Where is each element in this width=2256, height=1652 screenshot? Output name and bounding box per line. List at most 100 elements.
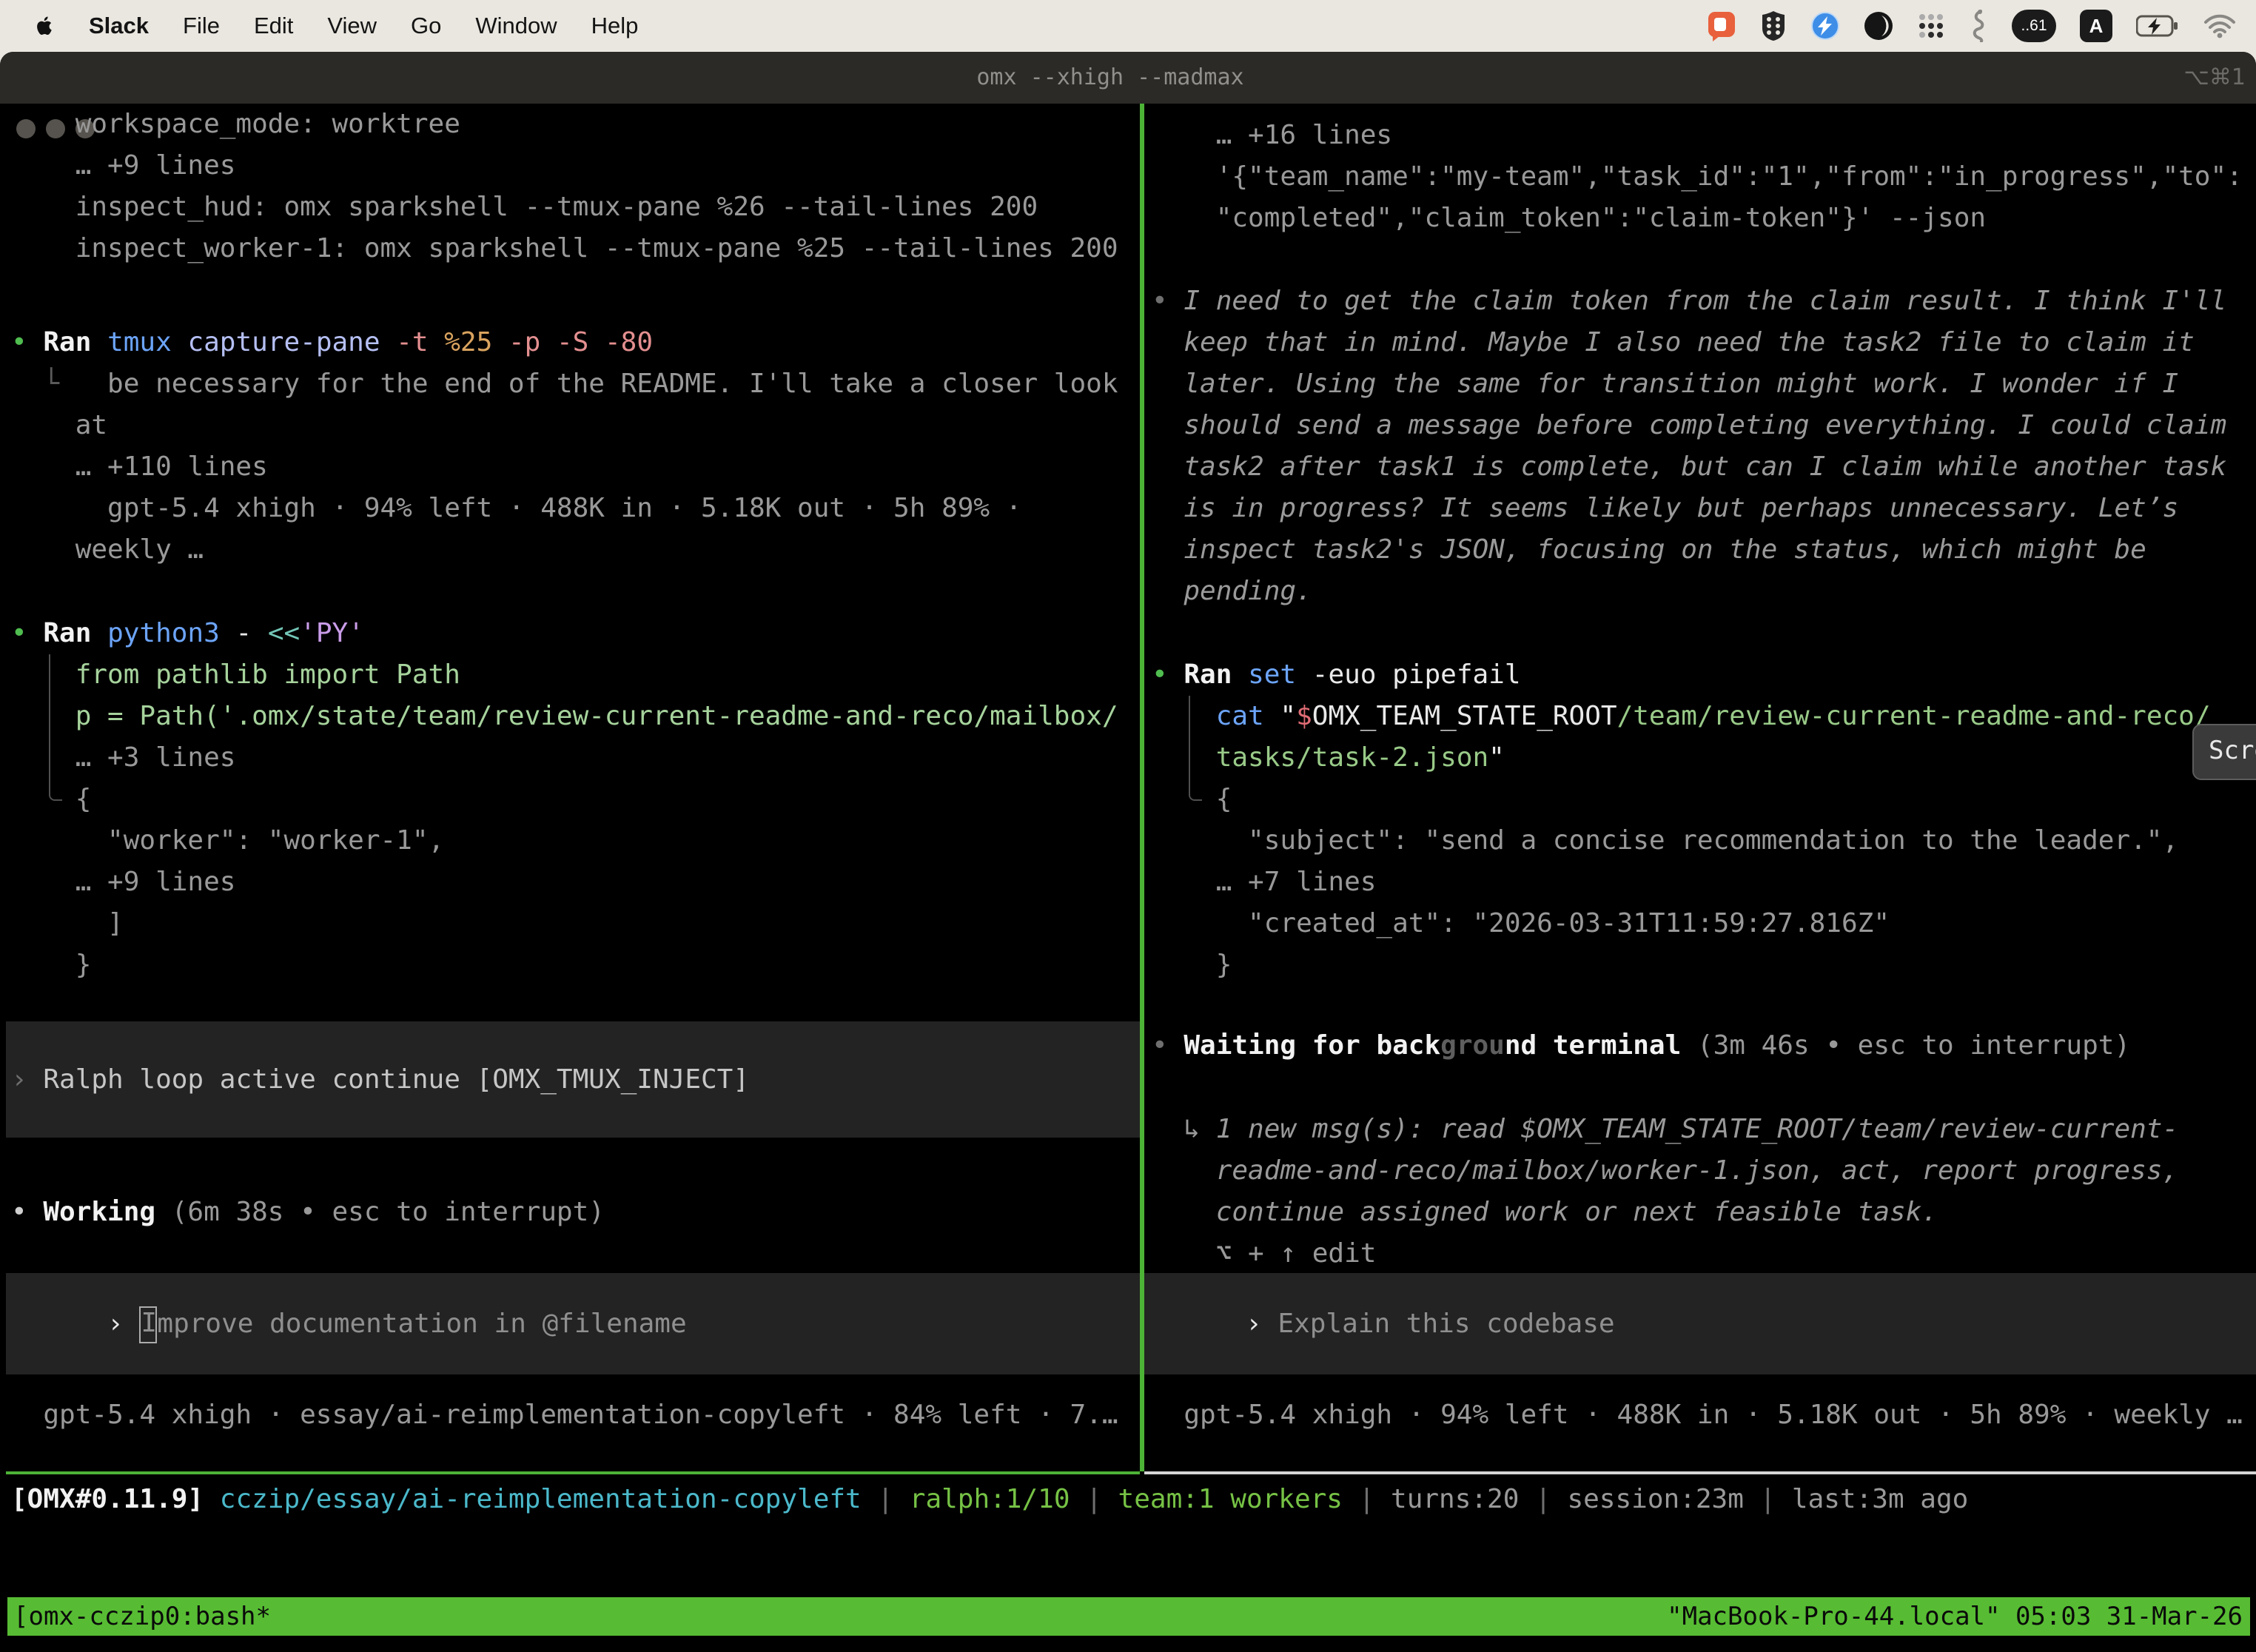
terminal-line: is in progress? It seems likely but perh…: [1152, 488, 2256, 529]
right-pane-status-line: gpt-5.4 xhigh · 94% left · 488K in · 5.1…: [1147, 1394, 2256, 1436]
output-bracket: [1189, 696, 1202, 801]
right-pane-log: … +16 lines '{"team_name":"my-team","tas…: [1147, 115, 2256, 239]
prompt-chevron-icon: ›: [1246, 1309, 1278, 1339]
terminal-line: [OMX#0.11.9] cczip/essay/ai-reimplementa…: [11, 1479, 2256, 1520]
terminal-line: … +9 lines: [11, 145, 1145, 187]
keypad-icon[interactable]: [1760, 10, 1787, 41]
terminal-line: from pathlib import Path: [11, 654, 1145, 696]
terminal-line: • Waiting for background terminal (3m 46…: [1152, 1025, 2256, 1067]
terminal-line: cat "$OMX_TEAM_STATE_ROOT/team/review-cu…: [1152, 696, 2256, 737]
right-pane-waiting-status: • Waiting for background terminal (3m 46…: [1147, 1025, 2256, 1067]
menu-item-file[interactable]: File: [183, 13, 220, 39]
window-title-bar: omx --xhigh --madmax ⌥⌘1: [0, 52, 2256, 104]
terminal-line: tasks/task-2.json": [1152, 737, 2256, 779]
terminal-line: "subject": "send a concise recommendatio…: [1152, 820, 2256, 862]
a-key-label: A: [2089, 15, 2104, 38]
terminal-line: "created_at": "2026-03-31T11:59:27.816Z": [1152, 903, 2256, 944]
left-pane-separator: [6, 1471, 1140, 1474]
dots-grid-icon[interactable]: [1917, 12, 1945, 40]
a-key-icon[interactable]: A: [2080, 10, 2112, 42]
menu-item-window[interactable]: Window: [475, 13, 557, 39]
terminal-line: p = Path('.omx/state/team/review-current…: [11, 696, 1145, 737]
bolt-circle-icon[interactable]: [1810, 11, 1840, 41]
terminal-line: later. Using the same for transition mig…: [1152, 363, 2256, 405]
chat-app-icon[interactable]: [1707, 10, 1736, 41]
terminal-line: … +9 lines: [11, 862, 1145, 903]
prompt-placeholder: mprove documentation in @filename: [157, 1309, 686, 1339]
prompt-chevron-icon: ›: [107, 1309, 139, 1339]
terminal-line: • Ran python3 - <<'PY': [11, 613, 1145, 654]
dragon-icon[interactable]: [1969, 10, 1988, 42]
terminal-line: gpt-5.4 xhigh · 94% left · 488K in · 5.1…: [11, 488, 1145, 529]
terminal-line: readme-and-reco/mailbox/worker-1.json, a…: [1152, 1150, 2256, 1192]
terminal-window: omx --xhigh --madmax ⌥⌘1 workspace_mode:…: [0, 52, 2256, 1652]
tmux-session-label: [omx-cczip0:bash*: [7, 1597, 271, 1636]
terminal-line: }: [1152, 944, 2256, 986]
terminal-line: • Ran tmux capture-pane -t %25 -p -S -80: [11, 322, 1145, 363]
omx-status-line: [OMX#0.11.9] cczip/essay/ai-reimplementa…: [6, 1479, 2256, 1520]
window-title: omx --xhigh --madmax: [955, 52, 1266, 104]
inject-banner: › Ralph loop active continue [OMX_TMUX_I…: [6, 1021, 1140, 1138]
prompt-placeholder: Explain this codebase: [1278, 1309, 1614, 1339]
terminal-line: at: [11, 405, 1145, 446]
right-pane-thinking: • I need to get the claim token from the…: [1147, 281, 2256, 612]
left-pane-status-line: gpt-5.4 xhigh · essay/ai-reimplementatio…: [6, 1394, 1145, 1436]
terminal-line: workspace_mode: worktree: [11, 104, 1145, 145]
left-pane-python-command: • Ran python3 - <<'PY' from pathlib impo…: [6, 613, 1145, 986]
terminal-line: keep that in mind. Maybe I also need the…: [1152, 322, 2256, 363]
terminal-line: … +7 lines: [1152, 862, 2256, 903]
right-pane-cat-command: • Ran set -euo pipefail cat "$OMX_TEAM_S…: [1147, 654, 2256, 986]
terminal-line: '{"team_name":"my-team","task_id":"1","f…: [1152, 156, 2256, 198]
pane-divider: [1140, 104, 1144, 1471]
terminal-line: task2 after task1 is complete, but can I…: [1152, 446, 2256, 488]
terminal-line: … +3 lines: [11, 737, 1145, 779]
menu-item-view[interactable]: View: [327, 13, 377, 39]
tmux-status-bar: [omx-cczip0:bash* "MacBook-Pro-44.local"…: [7, 1597, 2250, 1636]
menu-item-go[interactable]: Go: [411, 13, 441, 39]
terminal-line: inspect task2's JSON, focusing on the st…: [1152, 529, 2256, 571]
left-pane-tmux-command: • Ran tmux capture-pane -t %25 -p -S -80…: [6, 322, 1145, 571]
terminal-line: {: [11, 779, 1145, 820]
screen: { "menu_bar": { "app_name": "Slack", "it…: [0, 0, 2256, 1652]
terminal-line: ]: [11, 903, 1145, 944]
right-pane-mailbox-note: ↳ 1 new msg(s): read $OMX_TEAM_STATE_ROO…: [1147, 1109, 2256, 1275]
battery-charging-icon[interactable]: [2136, 15, 2179, 37]
usage-badge-label: ..61: [2021, 17, 2047, 35]
terminal-line: continue assigned work or next feasible …: [1152, 1192, 2256, 1233]
terminal-line: … +110 lines: [11, 446, 1145, 488]
terminal-line: {: [1152, 779, 2256, 820]
inject-banner-line: › Ralph loop active continue [OMX_TMUX_I…: [6, 1059, 749, 1101]
terminal-line: weekly …: [11, 529, 1145, 571]
left-pane-working-status: • Working (6m 38s • esc to interrupt): [6, 1192, 1145, 1233]
terminal-line: gpt-5.4 xhigh · essay/ai-reimplementatio…: [11, 1394, 1145, 1436]
window-shortcut-hint: ⌥⌘1: [2183, 52, 2246, 104]
moon-icon[interactable]: [1864, 11, 1893, 41]
terminal-line: ↳ 1 new msg(s): read $OMX_TEAM_STATE_ROO…: [1152, 1109, 2256, 1150]
output-bracket: [49, 654, 62, 801]
right-pane-separator: [1144, 1471, 2256, 1474]
terminal-line: … +16 lines: [1152, 115, 2256, 156]
terminal-line: › Ralph loop active continue [OMX_TMUX_I…: [6, 1059, 749, 1101]
terminal-line: pending.: [1152, 571, 2256, 612]
screen-tooltip: Scre: [2192, 724, 2256, 780]
tmux-host-clock: "MacBook-Pro-44.local" 05:03 31-Mar-26: [1667, 1597, 2250, 1636]
terminal-line: "worker": "worker-1",: [11, 820, 1145, 862]
terminal-line: • Working (6m 38s • esc to interrupt): [11, 1192, 1145, 1233]
menu-item-edit[interactable]: Edit: [254, 13, 293, 39]
left-prompt-input[interactable]: › Improve documentation in @filename: [6, 1273, 1140, 1374]
menu-app-name[interactable]: Slack: [89, 13, 149, 39]
menu-item-help[interactable]: Help: [591, 13, 639, 39]
left-pane-log: workspace_mode: worktree … +9 lines insp…: [6, 104, 1145, 269]
apple-logo-icon[interactable]: [36, 15, 55, 37]
wifi-icon[interactable]: [2203, 13, 2237, 38]
terminal-line: "completed","claim_token":"claim-token"}…: [1152, 198, 2256, 239]
menu-bar: Slack File Edit View Go Window Help: [0, 0, 2256, 52]
right-prompt-input[interactable]: › Explain this codebase: [1144, 1273, 2256, 1374]
terminal-line: }: [11, 944, 1145, 986]
terminal-line: • I need to get the claim token from the…: [1152, 281, 2256, 322]
menu-status-icons: ..61 A: [1707, 0, 2237, 52]
usage-badge[interactable]: ..61: [2012, 10, 2056, 42]
terminal-line: gpt-5.4 xhigh · 94% left · 488K in · 5.1…: [1152, 1394, 2256, 1436]
terminal-line: └ be necessary for the end of the README…: [11, 363, 1145, 405]
terminal-line: should send a message before completing …: [1152, 405, 2256, 446]
